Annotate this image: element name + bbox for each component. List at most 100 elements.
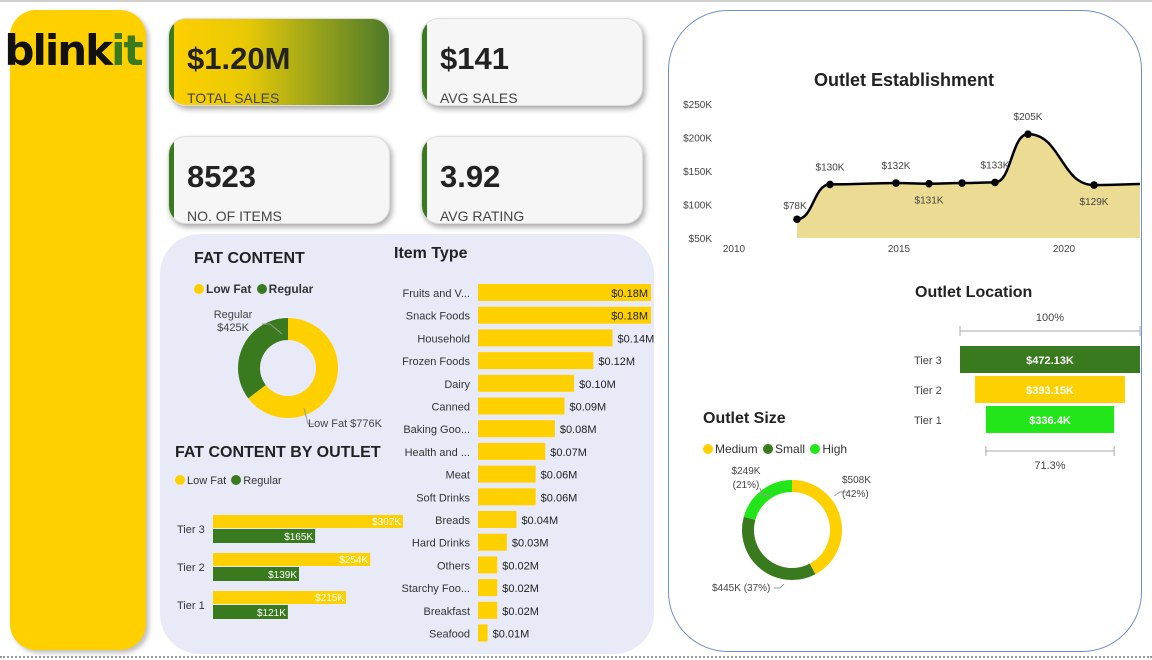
size-high-label: $249K (21%) xyxy=(726,465,766,493)
item-type-label: Breads xyxy=(435,515,470,527)
item-type-bar xyxy=(478,420,555,438)
kpi-accent xyxy=(169,137,174,223)
item-type-value: $0.02M xyxy=(502,560,539,572)
item-type-bar xyxy=(478,374,575,392)
data-point xyxy=(826,180,834,189)
data-point xyxy=(925,179,933,188)
item-type-bars: Fruits and V... $0.18M Snack Foods $0.18M Ho… xyxy=(402,284,654,642)
data-point xyxy=(1090,181,1098,189)
outlet-size-legend: Medium Small High xyxy=(703,442,847,456)
outlet-size-title: Outlet Size xyxy=(703,410,786,427)
item-type-label: Others xyxy=(437,560,471,572)
funnel-tier-label: Tier 3 xyxy=(914,355,942,367)
fat-outlet-title: FAT CONTENT BY OUTLET xyxy=(175,444,381,461)
kpi-value: $141 xyxy=(440,41,509,76)
x-tick-label: 2010 xyxy=(723,244,746,255)
kpi-label: AVG SALES xyxy=(440,90,518,106)
fat-outlet-bars: Tier 3$307K$165KTier 2$254K$139KTier 1$2… xyxy=(177,515,403,619)
y-tick-label: $50K xyxy=(689,234,713,245)
item-type-bar xyxy=(478,601,498,619)
data-label: $205K xyxy=(1014,112,1043,123)
tier-label: Tier 1 xyxy=(177,600,205,612)
item-type-label: Fruits and V... xyxy=(403,288,470,300)
data-point xyxy=(958,179,966,187)
donut-slice-regular xyxy=(238,318,289,399)
kpi-label: NO. OF ITEMS xyxy=(187,208,282,224)
size-medium-pct: (42%) xyxy=(842,489,869,500)
kpi-value: 3.92 xyxy=(440,159,501,194)
item-type-value: $0.18M xyxy=(611,288,648,300)
item-type-label: Frozen Foods xyxy=(402,356,470,368)
fat-low-label: Low Fat $776K xyxy=(308,418,382,430)
funnel-tier-label: Tier 2 xyxy=(914,385,942,397)
item-type-value: $0.10M xyxy=(579,379,616,391)
kpi-value: $1.20M xyxy=(187,41,291,76)
fat-outlet-legend: Low Fat Regular xyxy=(175,475,282,487)
item-type-title: Item Type xyxy=(394,245,468,262)
item-type-label: Dairy xyxy=(444,379,470,391)
kpi-value: 8523 xyxy=(187,159,256,194)
sidebar xyxy=(10,10,146,650)
item-type-value: $0.06M xyxy=(541,492,578,504)
data-point xyxy=(1024,130,1032,138)
legend-dot-regular xyxy=(256,284,267,294)
donut-slice-small xyxy=(742,516,816,580)
item-type-bar xyxy=(478,488,536,506)
funnel-bar-label: $336.4K xyxy=(1029,415,1071,427)
donut-slice-medium xyxy=(791,480,842,575)
item-type-bar xyxy=(478,329,613,347)
data-label: $78K xyxy=(783,201,807,212)
y-tick-label: $200K xyxy=(683,134,712,145)
legend-dot-small xyxy=(763,444,774,454)
data-point xyxy=(892,179,900,187)
item-type-value: $0.07M xyxy=(550,447,587,459)
item-type-value: $0.02M xyxy=(502,583,539,595)
kpi-label: TOTAL SALES xyxy=(187,90,280,106)
item-type-label: Meat xyxy=(446,470,470,482)
item-type-value: $0.01M xyxy=(493,629,530,641)
item-type-value: $0.12M xyxy=(598,356,635,368)
legend-dot-high xyxy=(810,444,821,454)
legend-regular: Regular xyxy=(243,475,282,487)
item-type-label: Hard Drinks xyxy=(412,538,471,550)
kpi-accent xyxy=(422,19,427,105)
y-tick-label: $100K xyxy=(683,201,712,212)
y-tick-label: $250K xyxy=(683,100,712,111)
item-type-value: $0.02M xyxy=(502,606,539,618)
item-type-bar xyxy=(478,465,536,483)
item-type-label: Breakfast xyxy=(424,606,470,618)
bottom-divider xyxy=(0,656,1152,658)
item-type-label: Snack Foods xyxy=(406,311,471,323)
legend-dot-medium xyxy=(703,444,713,454)
size-medium-value: $508K xyxy=(842,475,871,486)
legend-low-fat: Low Fat xyxy=(206,282,252,296)
item-type-value: $0.04M xyxy=(521,515,558,527)
item-type-label: Seafood xyxy=(429,629,470,641)
logo-text-b: it xyxy=(111,26,144,75)
kpi-accent xyxy=(169,19,174,105)
data-label: $131K xyxy=(915,196,944,207)
kpi-avg-sales: $141 AVG SALES xyxy=(421,18,643,106)
legend-dot-regular xyxy=(231,475,242,485)
tier-label: Tier 3 xyxy=(177,524,205,536)
item-type-value: $0.08M xyxy=(560,424,597,436)
logo-text-a: blink xyxy=(4,26,113,75)
location-funnel: 100% Tier 3 $472.13K Tier 2 $393.15K Tier 1 $3… xyxy=(914,312,1141,472)
fat-regular-label-name: Regular xyxy=(213,309,253,321)
item-type-bar xyxy=(478,352,594,370)
data-label: $132K xyxy=(882,161,911,172)
funnel-bar-label: $472.13K xyxy=(1026,355,1074,367)
funnel-top-pct: 100% xyxy=(1036,312,1064,324)
top-divider xyxy=(0,0,1152,2)
x-tick-label: 2020 xyxy=(1053,244,1076,255)
item-type-value: $0.09M xyxy=(570,402,607,414)
item-type-bar xyxy=(478,579,498,597)
bar-label-low-fat: $215K xyxy=(315,593,344,604)
size-high-value: $249K xyxy=(731,466,761,477)
item-type-bar xyxy=(478,442,546,460)
kpi-avg-rating: 3.92 AVG RATING xyxy=(421,136,643,224)
fat-regular-label: Regular $425K xyxy=(206,309,260,335)
item-type-bar xyxy=(478,397,565,415)
y-tick-label: $150K xyxy=(683,167,712,178)
bar-label-regular: $165K xyxy=(284,532,313,543)
